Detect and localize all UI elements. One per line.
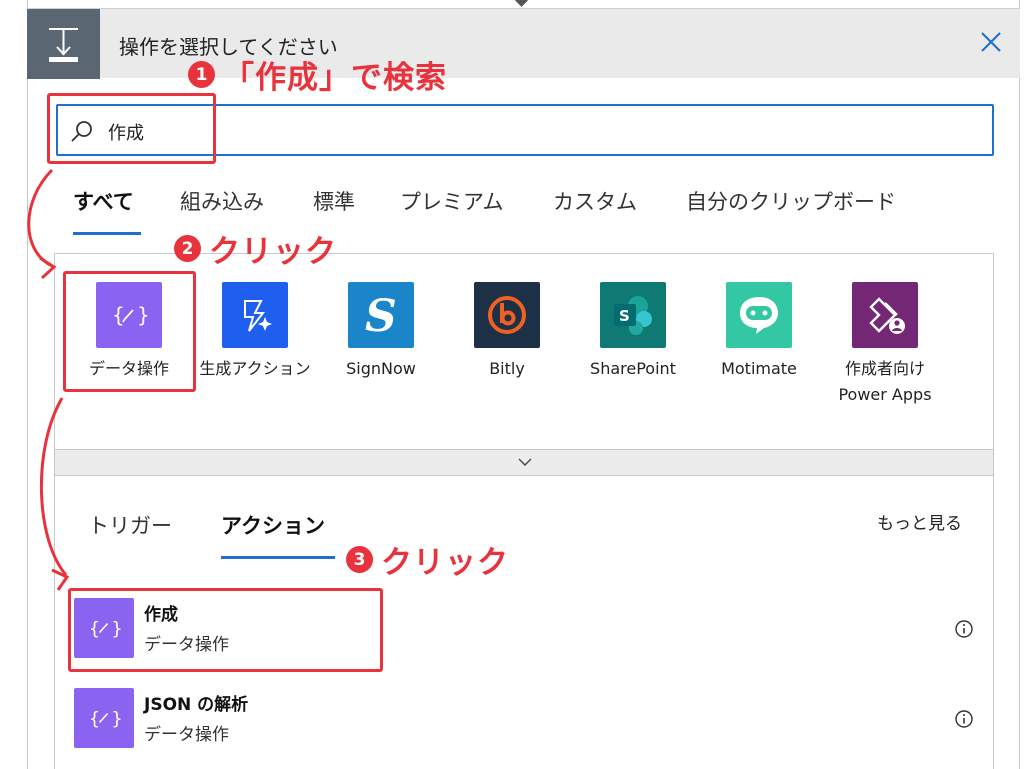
annotation-arrows (27, 168, 70, 591)
